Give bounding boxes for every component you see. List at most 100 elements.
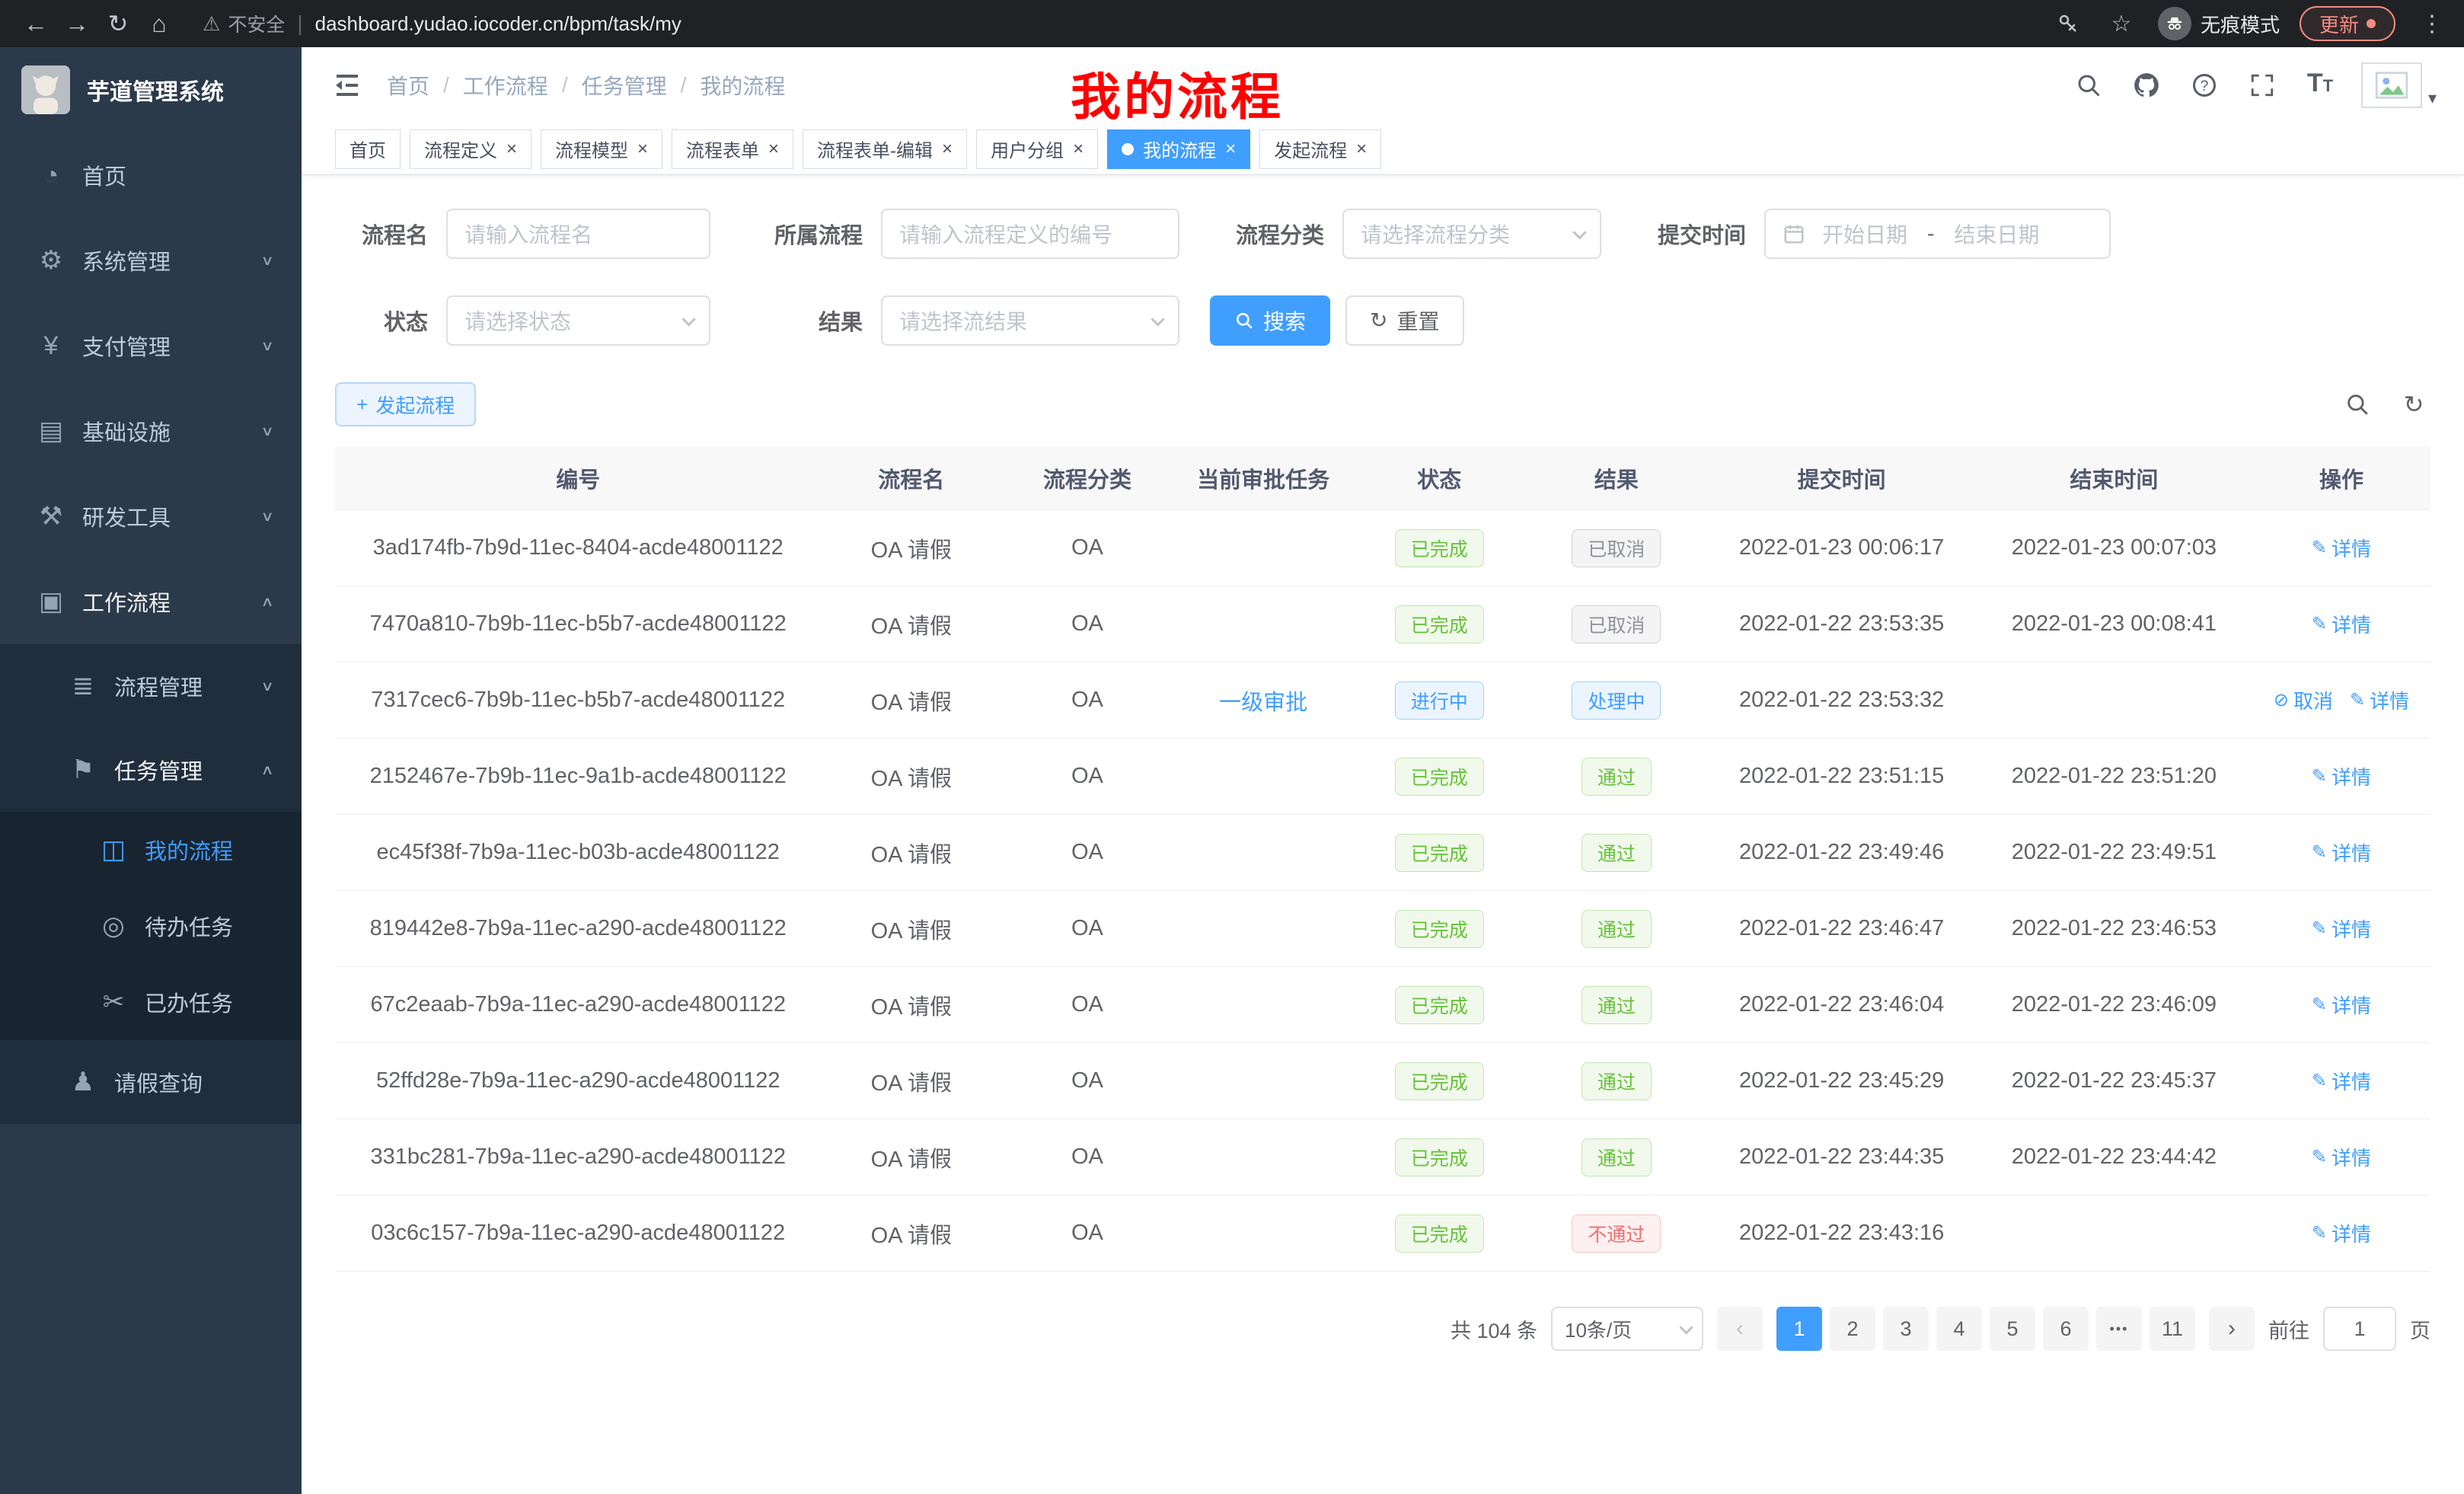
sidebar-item-payment[interactable]: ¥ 支付管理 ∨: [0, 303, 302, 388]
page-button[interactable]: 1: [1776, 1307, 1822, 1351]
flag-icon: ⚑: [65, 755, 101, 785]
process-definition-input[interactable]: 请输入流程定义的编号: [881, 209, 1179, 259]
tab-process-model[interactable]: 流程模型 ×: [541, 129, 662, 169]
tab-process-definition[interactable]: 流程定义 ×: [410, 129, 531, 169]
cancel-link[interactable]: ⊘取消: [2274, 686, 2333, 714]
close-icon[interactable]: ×: [1356, 140, 1367, 158]
search-icon[interactable]: [2072, 69, 2105, 102]
chevron-down-icon: [1151, 312, 1164, 326]
process-name-input[interactable]: 请输入流程名: [446, 209, 710, 259]
breadcrumb-item-task-mgmt[interactable]: 任务管理: [582, 70, 667, 101]
status-badge: 已完成: [1395, 986, 1484, 1024]
search-button[interactable]: 搜索: [1210, 295, 1330, 346]
date-range-picker[interactable]: 开始日期 - 结束日期: [1764, 209, 2111, 259]
sidebar-item-my-process[interactable]: ◫ 我的流程: [0, 812, 302, 888]
tab-process-form[interactable]: 流程表单 ×: [672, 129, 793, 169]
font-size-icon[interactable]: TT: [2303, 69, 2337, 102]
detail-link[interactable]: ✎详情: [2312, 762, 2371, 790]
app-logo[interactable]: 芋道管理系统: [0, 47, 302, 132]
sidebar-item-label: 任务管理: [114, 754, 203, 786]
help-icon[interactable]: ?: [2188, 69, 2221, 102]
sidebar-fold-icon[interactable]: [329, 67, 365, 104]
detail-link[interactable]: ✎详情: [2312, 1219, 2371, 1247]
page-button[interactable]: 4: [1936, 1307, 1982, 1351]
github-icon[interactable]: [2130, 69, 2163, 102]
cell-process-name: OA 请假: [821, 761, 1001, 793]
col-end-time: 结束时间: [1976, 462, 2252, 494]
result-select[interactable]: 请选择流结果: [881, 295, 1179, 346]
sidebar-item-label: 已办任务: [145, 986, 233, 1018]
page-button[interactable]: 11: [2150, 1307, 2195, 1351]
close-icon[interactable]: ×: [1073, 140, 1084, 158]
detail-link[interactable]: ✎详情: [2312, 991, 2371, 1019]
goto-page-input[interactable]: 1: [2323, 1307, 2396, 1351]
browser-back-icon[interactable]: ←: [15, 5, 56, 42]
chevron-up-icon: ∧: [260, 761, 274, 778]
chevron-up-icon: ∧: [260, 593, 274, 610]
close-icon[interactable]: ×: [637, 140, 648, 158]
sidebar-item-leave-query[interactable]: ♟ 请假查询: [0, 1040, 302, 1124]
tab-my-process[interactable]: 我的流程 ×: [1107, 129, 1250, 169]
browser-home-icon[interactable]: ⌂: [139, 5, 180, 42]
more-pages-button[interactable]: •••: [2096, 1307, 2142, 1351]
category-select[interactable]: 请选择流程分类: [1342, 209, 1601, 259]
sidebar-item-infrastructure[interactable]: ▤ 基础设施 ∨: [0, 388, 302, 474]
breadcrumb-item-home[interactable]: 首页: [387, 70, 429, 101]
browser-menu-icon[interactable]: ⋮: [2415, 7, 2449, 40]
page-button[interactable]: 5: [1990, 1307, 2035, 1351]
col-id: 编号: [335, 462, 821, 494]
next-page-button[interactable]: ›: [2209, 1307, 2255, 1351]
fullscreen-icon[interactable]: [2245, 69, 2279, 102]
reset-button-label: 重置: [1396, 305, 1439, 336]
close-icon[interactable]: ×: [506, 140, 517, 158]
sidebar-item-system[interactable]: ⚙ 系统管理 ∨: [0, 218, 302, 303]
sidebar-item-todo-task[interactable]: ◎ 待办任务: [0, 888, 302, 964]
sidebar-item-task-mgmt[interactable]: ⚑ 任务管理 ∧: [0, 728, 302, 812]
tab-process-form-edit[interactable]: 流程表单-编辑 ×: [803, 129, 967, 169]
close-icon[interactable]: ×: [942, 140, 953, 158]
browser-update-button[interactable]: 更新: [2300, 6, 2395, 41]
browser-forward-icon[interactable]: →: [56, 5, 97, 42]
category-label: 流程分类: [1210, 218, 1324, 250]
user-avatar[interactable]: ▾: [2361, 62, 2437, 108]
reset-button[interactable]: ↻ 重置: [1345, 295, 1463, 346]
tab-user-group[interactable]: 用户分组 ×: [976, 129, 1098, 169]
password-key-icon[interactable]: [2051, 7, 2085, 40]
status-select[interactable]: 请选择状态: [446, 295, 710, 346]
edit-icon: ✎: [2312, 537, 2327, 559]
detail-link[interactable]: ✎详情: [2312, 838, 2371, 867]
cell-category: OA: [1001, 1068, 1173, 1093]
detail-link[interactable]: ✎详情: [2312, 534, 2371, 562]
browser-reload-icon[interactable]: ↻: [97, 5, 139, 42]
close-icon[interactable]: ×: [768, 140, 779, 158]
detail-link[interactable]: ✎详情: [2350, 686, 2409, 714]
sidebar-item-dev-tools[interactable]: ⚒ 研发工具 ∨: [0, 474, 302, 559]
create-process-button[interactable]: + 发起流程: [335, 382, 476, 426]
current-task-link[interactable]: 一级审批: [1219, 691, 1307, 715]
detail-link[interactable]: ✎详情: [2312, 915, 2371, 943]
page-size-select[interactable]: 10条/页: [1551, 1307, 1703, 1351]
page-button[interactable]: 6: [2043, 1307, 2089, 1351]
page-button[interactable]: 2: [1830, 1307, 1875, 1351]
sidebar-item-done-task[interactable]: ✂ 已办任务: [0, 964, 302, 1040]
page-button[interactable]: 3: [1883, 1307, 1929, 1351]
refresh-table-icon[interactable]: ↻: [2397, 388, 2430, 421]
detail-link[interactable]: ✎详情: [2312, 610, 2371, 638]
prev-page-button[interactable]: ‹: [1717, 1307, 1763, 1351]
detail-link[interactable]: ✎详情: [2312, 1067, 2371, 1095]
hide-search-icon[interactable]: [2341, 388, 2374, 421]
page-content: 流程名 请输入流程名 所属流程 请输入流程定义的编号 流程分类 请选择流程分类 …: [302, 175, 2464, 1494]
close-icon[interactable]: ×: [1225, 140, 1236, 158]
sidebar-item-process-mgmt[interactable]: ≣ 流程管理 ∨: [0, 644, 302, 728]
bookmark-star-icon[interactable]: ☆: [2105, 7, 2138, 40]
sidebar-item-home[interactable]: ◔ 首页: [0, 132, 302, 218]
sidebar-item-workflow[interactable]: ▣ 工作流程 ∧: [0, 559, 302, 644]
cancel-icon: ⊘: [2274, 689, 2289, 711]
url-text[interactable]: dashboard.yudao.iocoder.cn/bpm/task/my: [315, 12, 681, 36]
breadcrumb-item-workflow[interactable]: 工作流程: [463, 70, 548, 101]
address-bar[interactable]: ⚠ 不安全 | dashboard.yudao.iocoder.cn/bpm/t…: [203, 10, 2051, 37]
cell-end-time: 2022-01-22 23:46:09: [1976, 992, 2252, 1017]
tab-start-process[interactable]: 发起流程 ×: [1259, 129, 1381, 169]
tab-home[interactable]: 首页: [335, 129, 401, 169]
detail-link[interactable]: ✎详情: [2312, 1143, 2371, 1171]
